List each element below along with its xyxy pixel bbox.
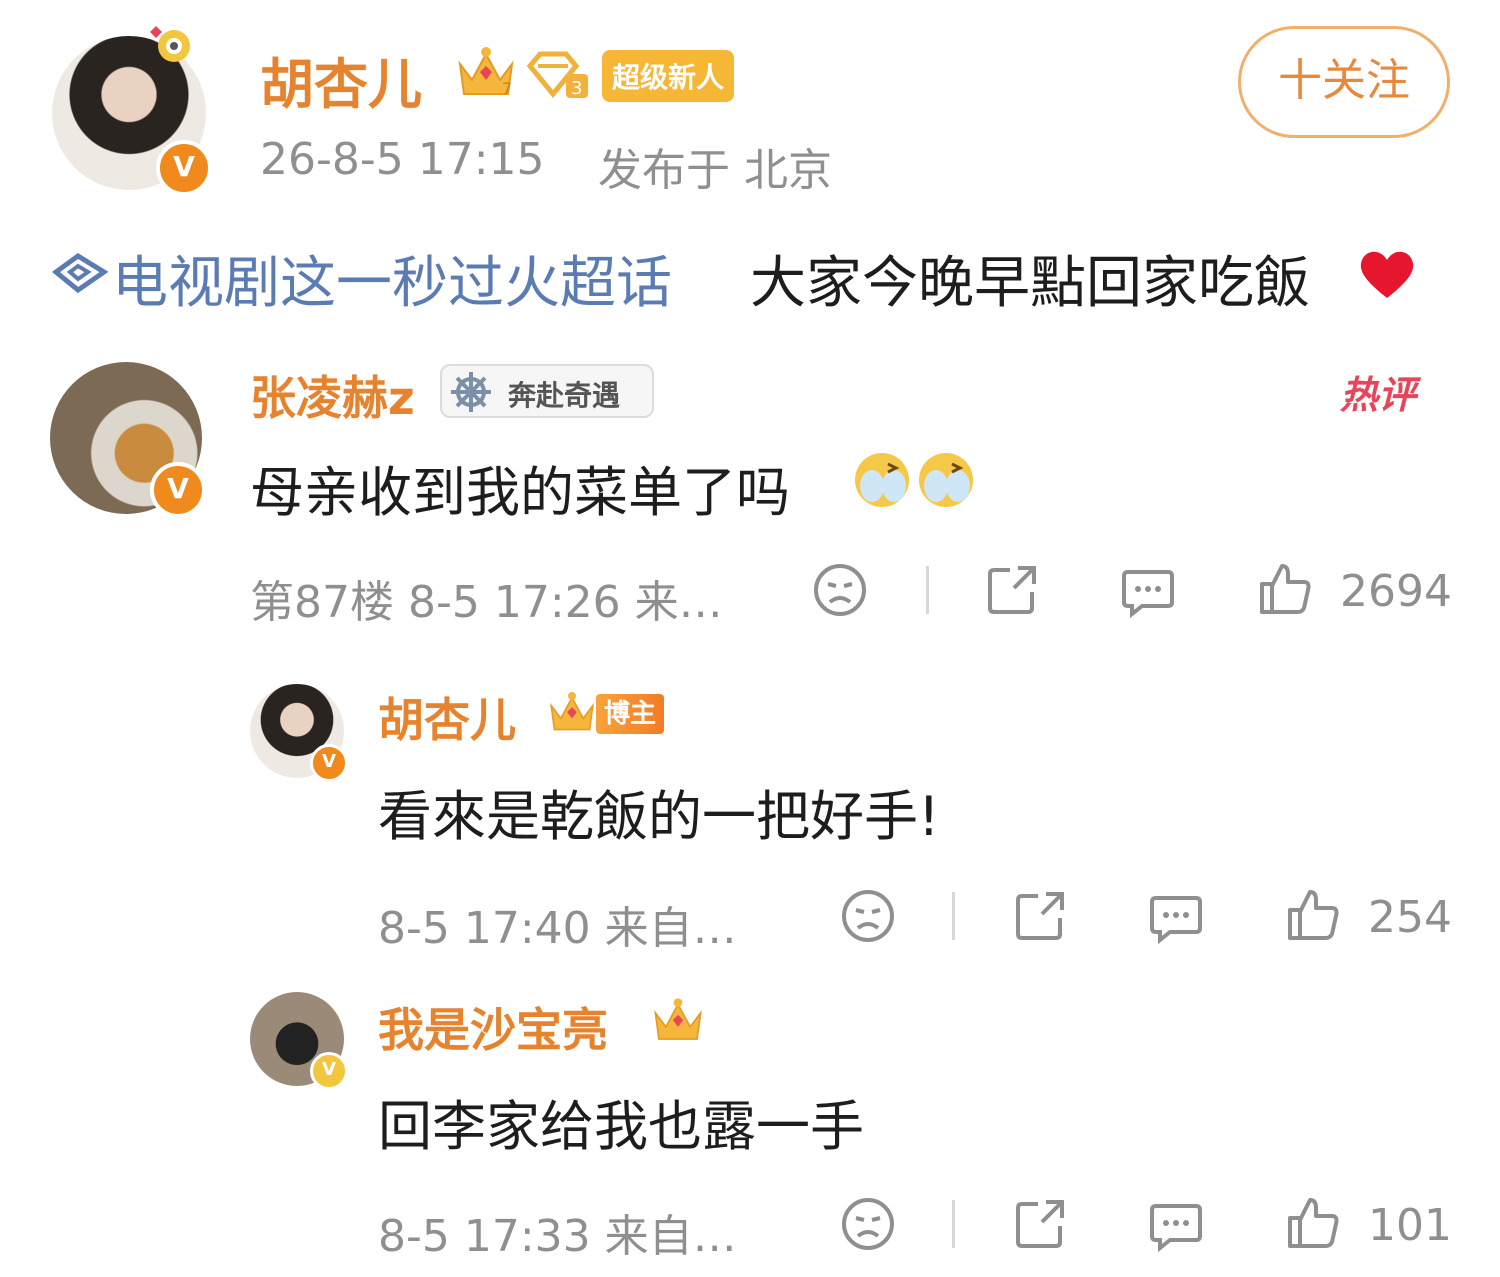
divider (952, 1200, 955, 1248)
crown-level-icon (650, 994, 706, 1050)
topic-link[interactable]: 电视剧这一秒过火超话 (112, 238, 672, 319)
verified-v-icon: V (310, 744, 348, 782)
verified-v-icon: V (150, 462, 206, 518)
reply-meta: 8-5 17:40 来自… (378, 903, 737, 954)
commenter-name[interactable]: 张凌赫z (250, 362, 415, 428)
comment-icon[interactable] (1148, 1196, 1204, 1252)
post-text: 大家今晚早點回家吃飯 (750, 251, 1310, 316)
verified-v-icon: V (156, 140, 212, 196)
crown-level-icon (546, 688, 598, 740)
commenter-avatar[interactable]: V (50, 362, 206, 518)
blogger-badge: 博主 (596, 694, 664, 734)
verified-v-icon: V (310, 1052, 348, 1090)
fan-badge-label: 奔赴奇遇 (508, 379, 621, 412)
comment-meta: 第87楼 8-5 17:26 来… (250, 577, 723, 628)
super-newcomer-badge: 超级新人 (602, 50, 735, 102)
laugh-cry-emoji-icon (852, 450, 978, 514)
share-icon[interactable] (1012, 1196, 1068, 1252)
comment-icon[interactable] (1120, 562, 1176, 618)
avatar-decoration-icon (144, 18, 196, 74)
reply-avatar[interactable]: V (250, 992, 348, 1090)
dislike-face-icon[interactable] (840, 1196, 896, 1252)
like-count: 101 (1368, 1200, 1452, 1251)
post-location: 发布于 北京 (598, 145, 832, 196)
like-icon[interactable] (1284, 1194, 1342, 1252)
reply-user-name[interactable]: 胡杏儿 (378, 684, 516, 750)
like-icon[interactable] (1284, 886, 1342, 944)
divider (926, 566, 929, 614)
follow-button[interactable]: 十关注 (1238, 26, 1450, 138)
hot-comment-badge: 热评 (1340, 373, 1417, 417)
dislike-face-icon[interactable] (840, 888, 896, 944)
post-time: 26-8-5 17:15 (260, 134, 545, 185)
crown-level-icon: 7 (454, 42, 518, 106)
svg-text:3: 3 (571, 78, 582, 99)
divider (952, 892, 955, 940)
reply-text: 看來是乾飯的一把好手! (378, 785, 940, 848)
share-icon[interactable] (1012, 888, 1068, 944)
share-icon[interactable] (984, 562, 1040, 618)
reply-avatar[interactable]: V (250, 684, 348, 782)
helm-icon (448, 370, 494, 421)
fan-badge: 奔赴奇遇 (440, 364, 654, 418)
super-topic-icon (51, 252, 109, 298)
diamond-level-icon: 3 (526, 50, 590, 104)
svg-text:7: 7 (502, 79, 512, 98)
comment-icon[interactable] (1148, 888, 1204, 944)
like-count: 2694 (1340, 566, 1452, 617)
author-name[interactable]: 胡杏儿 (260, 40, 422, 119)
reply-meta: 8-5 17:33 来自… (378, 1211, 737, 1262)
comment-text: 母亲收到我的菜单了吗 (250, 461, 790, 524)
like-count: 254 (1368, 892, 1452, 943)
reply-user-name[interactable]: 我是沙宝亮 (378, 994, 608, 1060)
reply-text: 回李家给我也露一手 (378, 1095, 864, 1158)
dislike-face-icon[interactable] (812, 562, 868, 618)
heart-emoji-icon (1358, 248, 1416, 304)
like-icon[interactable] (1256, 560, 1314, 618)
